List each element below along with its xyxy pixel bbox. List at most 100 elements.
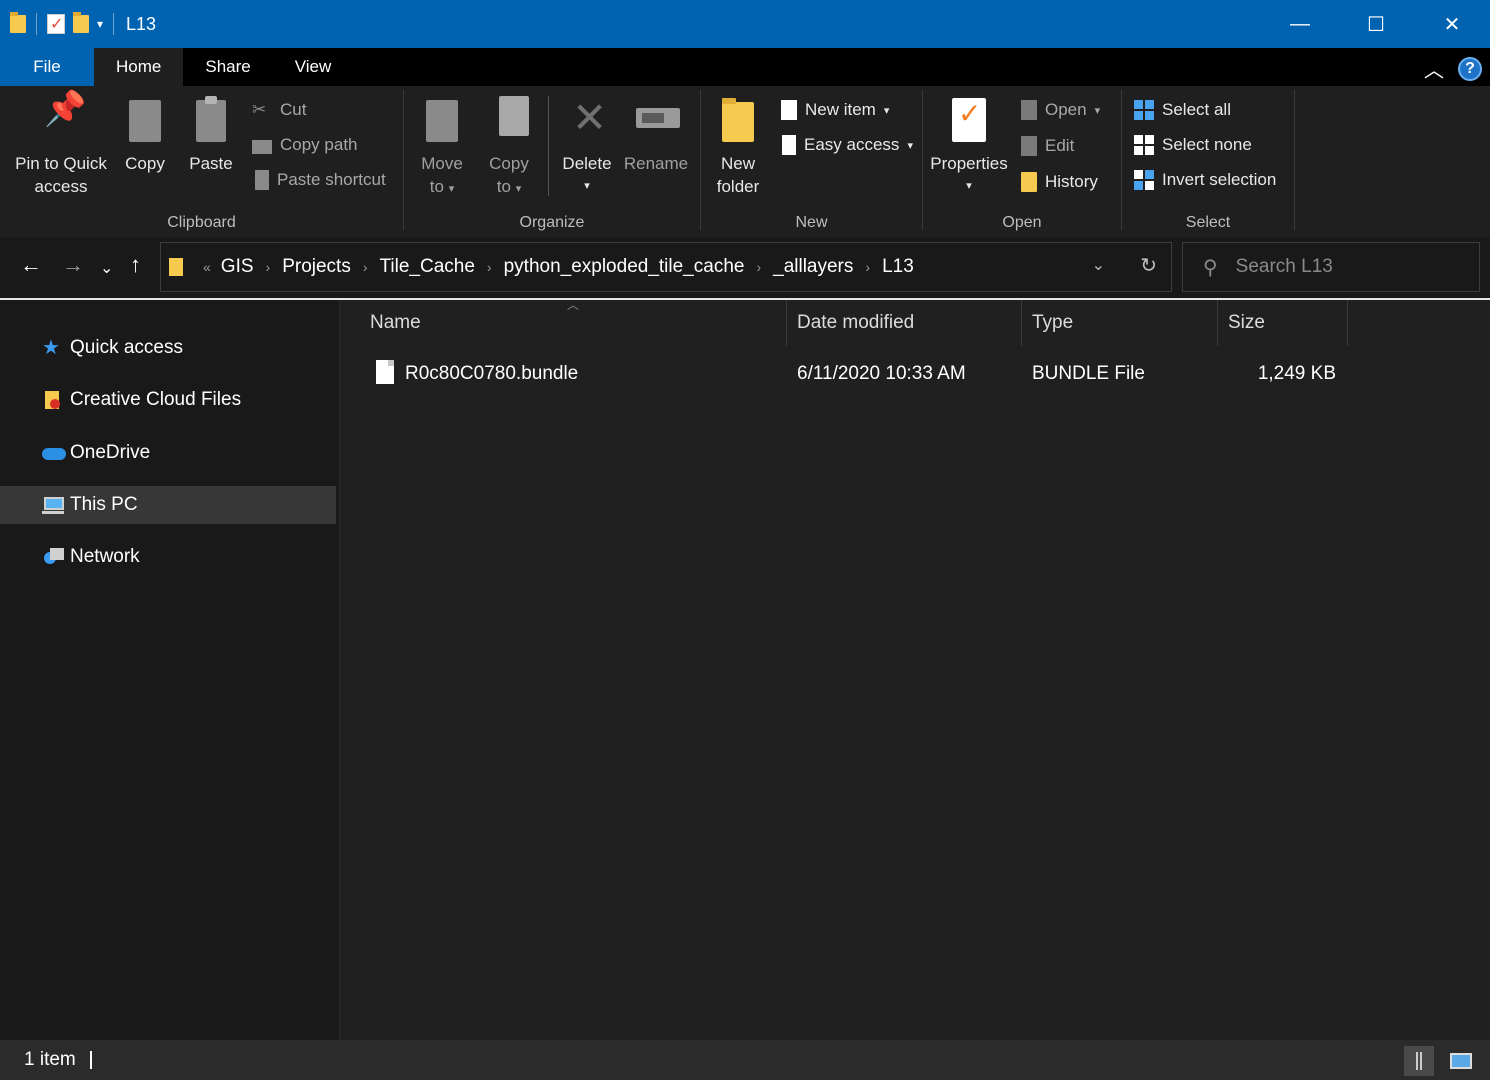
cloud-icon <box>42 442 66 464</box>
sidebar-item-creative-cloud-files[interactable]: Creative Cloud Files <box>0 381 336 419</box>
title-bar: ▾ L13 — ☐ ✕ <box>0 0 1490 48</box>
collapse-ribbon-icon[interactable]: ︿ <box>1424 54 1444 83</box>
address-bar[interactable]: « GIS › Projects › Tile_Cache › python_e… <box>160 242 1172 292</box>
delete-dropdown-icon[interactable]: ▾ <box>558 175 616 198</box>
new-item-button[interactable]: New item ▾ <box>779 100 889 120</box>
open-button[interactable]: Open ▾ <box>1021 100 1100 120</box>
tab-file[interactable]: File <box>0 48 94 86</box>
details-view-button[interactable] <box>1404 1046 1434 1076</box>
chevron-right-icon[interactable]: › <box>266 259 271 275</box>
pin-to-quick-access-button[interactable]: 📌 Pin to Quick access <box>10 92 112 198</box>
easy-access-label: Easy access <box>804 135 900 154</box>
search-input[interactable] <box>1235 256 1456 278</box>
chevron-right-icon[interactable]: › <box>865 259 870 275</box>
sidebar-item-label: This PC <box>70 494 138 515</box>
sidebar-item-label: OneDrive <box>70 442 151 463</box>
breadcrumb-item-tile-cache[interactable]: Tile_Cache <box>380 256 475 278</box>
copy-to-label: Copy <box>489 154 529 173</box>
column-header-type[interactable]: Type <box>1022 300 1218 346</box>
file-size: 1,249 KB <box>1257 363 1336 384</box>
scissors-icon: ✂ <box>252 100 267 119</box>
open-label: Open <box>1045 100 1087 119</box>
copy-button[interactable]: Copy <box>118 96 172 175</box>
paste-shortcut-button[interactable]: Paste shortcut <box>252 170 386 190</box>
recent-locations-icon[interactable]: ⌄ <box>100 258 113 278</box>
column-header-size[interactable]: Size <box>1218 300 1348 346</box>
properties-button[interactable]: Properties ▾ <box>929 96 1009 198</box>
chevron-right-icon[interactable]: › <box>756 259 761 275</box>
window-title: L13 <box>126 13 157 34</box>
organize-separator <box>548 96 549 196</box>
rename-button[interactable]: Rename <box>622 96 690 175</box>
item-count: 1 item <box>24 1049 76 1070</box>
back-arrow-icon[interactable]: ← <box>20 252 42 278</box>
sidebar-item-network[interactable]: Network <box>0 538 336 576</box>
select-all-button[interactable]: Select all <box>1134 100 1231 120</box>
up-arrow-icon[interactable]: ↑ <box>130 252 141 278</box>
breadcrumb-item-l13[interactable]: L13 <box>882 256 914 278</box>
paste-icon <box>196 96 226 142</box>
network-icon <box>42 546 64 568</box>
easy-access-button[interactable]: Easy access ▾ <box>779 135 913 155</box>
minimize-button[interactable]: — <box>1262 0 1338 48</box>
invert-selection-button[interactable]: Invert selection <box>1134 170 1276 190</box>
history-button[interactable]: History <box>1021 172 1098 192</box>
tab-share[interactable]: Share <box>183 48 272 86</box>
breadcrumb-item-alllayers[interactable]: _alllayers <box>773 256 853 278</box>
history-icon <box>1021 172 1037 192</box>
search-box[interactable]: ⚲ <box>1182 242 1480 292</box>
organize-group-label: Organize <box>519 214 585 231</box>
new-folder-icon <box>722 98 754 142</box>
select-none-button[interactable]: Select none <box>1134 135 1252 155</box>
copy-to-button[interactable]: Copy to ▾ <box>484 96 534 201</box>
delete-label: Delete <box>562 154 612 173</box>
status-separator <box>89 1051 92 1069</box>
column-header-name[interactable]: Name <box>360 300 787 346</box>
table-row[interactable]: R0c80C0780.bundle 6/11/2020 10:33 AM BUN… <box>368 354 1368 394</box>
invert-selection-label: Invert selection <box>1162 170 1277 189</box>
sidebar-item-this-pc[interactable]: This PC <box>0 486 336 524</box>
edit-button[interactable]: Edit <box>1021 136 1074 156</box>
sidebar-item-quick-access[interactable]: ★ Quick access <box>0 329 336 367</box>
file-icon <box>376 360 394 384</box>
cut-button[interactable]: ✂ Cut <box>252 100 306 120</box>
select-all-label: Select all <box>1162 100 1231 119</box>
delete-button[interactable]: ✕ Delete ▾ <box>558 94 616 198</box>
paste-shortcut-icon <box>255 170 269 190</box>
breadcrumb-item-python-exploded-tile-cache[interactable]: python_exploded_tile_cache <box>504 256 745 278</box>
properties-icon[interactable] <box>47 14 65 34</box>
new-folder-icon[interactable] <box>73 12 89 33</box>
customize-toolbar-icon[interactable]: ▾ <box>97 17 103 31</box>
refresh-icon[interactable]: ↻ <box>1140 253 1157 278</box>
paste-button[interactable]: Paste <box>184 96 238 175</box>
copy-path-button[interactable]: Copy path <box>252 135 358 155</box>
chevron-right-icon[interactable]: › <box>363 259 368 275</box>
tab-home[interactable]: Home <box>94 48 184 86</box>
close-button[interactable]: ✕ <box>1414 0 1490 48</box>
properties-dropdown-icon[interactable]: ▾ <box>929 175 1009 198</box>
forward-arrow-icon[interactable]: → <box>62 252 84 278</box>
maximize-button[interactable]: ☐ <box>1338 0 1414 48</box>
folder-icon <box>10 12 26 33</box>
open-group-label: Open <box>1002 214 1042 231</box>
sidebar-item-label: Creative Cloud Files <box>70 389 242 410</box>
large-icons-view-button[interactable] <box>1446 1046 1476 1076</box>
help-icon[interactable]: ? <box>1458 56 1482 81</box>
file-date-modified: 6/11/2020 10:33 AM <box>797 363 966 384</box>
move-to-button[interactable]: Move to ▾ <box>416 96 468 201</box>
select-none-label: Select none <box>1162 135 1252 154</box>
breadcrumb-item-gis[interactable]: GIS <box>221 256 254 278</box>
invert-selection-icon <box>1134 170 1154 190</box>
tab-view[interactable]: View <box>273 48 354 86</box>
address-dropdown-icon[interactable]: ⌄ <box>1092 255 1105 275</box>
column-header-date-modified[interactable]: Date modified <box>787 300 1022 346</box>
breadcrumb-item-projects[interactable]: Projects <box>282 256 351 278</box>
chevron-right-icon[interactable]: › <box>487 259 492 275</box>
move-to-label-2: to ▾ <box>429 177 455 196</box>
new-item-icon <box>781 100 797 120</box>
computer-icon <box>42 494 64 516</box>
sidebar-item-onedrive[interactable]: OneDrive <box>0 434 336 472</box>
new-folder-button[interactable]: New folder <box>709 96 767 198</box>
breadcrumb-overflow-icon[interactable]: « <box>203 259 211 275</box>
new-item-label: New item <box>805 100 876 119</box>
